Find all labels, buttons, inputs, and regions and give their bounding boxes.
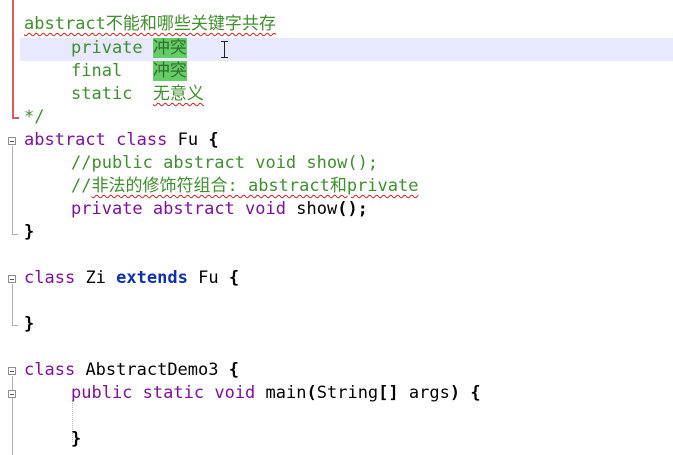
method-name: main: [265, 383, 307, 403]
code-line-3: final 冲突: [24, 60, 187, 83]
code-line-5: */: [24, 106, 44, 129]
comment-keyword: private: [71, 38, 143, 58]
change-marker-bar: [12, 0, 14, 118]
code-editor[interactable]: abstract不能和哪些关键字共存 private 冲突 final 冲突 s…: [0, 0, 673, 455]
selected-text: 冲突: [152, 38, 187, 58]
keyword-abstract: abstract: [152, 199, 235, 219]
keyword-void: void: [214, 383, 256, 403]
fold-end-marker: [12, 234, 18, 235]
fold-guide: [12, 284, 13, 325]
brace: {: [228, 268, 240, 288]
keyword-class: class: [24, 360, 76, 380]
class-name: Zi: [85, 268, 106, 288]
code-line-1: abstract不能和哪些关键字共存: [24, 13, 276, 36]
param-name: args: [408, 383, 450, 403]
comment-keyword: final: [71, 61, 123, 81]
code-line-9: private abstract void show();: [24, 198, 368, 221]
class-name: AbstractDemo3: [85, 360, 219, 380]
code-line-2: private 冲突: [24, 37, 187, 60]
punctuation: ): [449, 383, 461, 403]
brace: {: [208, 130, 219, 150]
brace: }: [71, 429, 82, 449]
fold-toggle-icon[interactable]: [8, 390, 16, 398]
code-line-15: }: [24, 428, 81, 451]
fold-toggle-icon[interactable]: [8, 137, 16, 145]
class-name: Fu: [177, 130, 199, 150]
fold-toggle-icon[interactable]: [8, 275, 16, 283]
keyword-void: void: [245, 199, 286, 219]
brace: {: [470, 383, 481, 403]
code-line-14: public static void main(String[] args) {: [24, 382, 481, 405]
keyword-abstract: abstract: [24, 130, 106, 150]
keyword-public: public: [71, 383, 133, 403]
fold-guide: [12, 146, 13, 234]
comment-note: 无意义: [152, 84, 204, 104]
keyword-class: class: [116, 130, 168, 150]
fold-end-marker: [12, 325, 18, 326]
punctuation: ();: [337, 199, 368, 219]
code-line-8: //非法的修饰符组合: abstract和private: [24, 175, 418, 198]
code-line-6: abstract class Fu {: [24, 129, 219, 152]
keyword-static: static: [142, 383, 205, 403]
code-line-12: }: [24, 313, 34, 336]
comment-text: abstract不能和哪些关键字共存: [24, 14, 276, 34]
punctuation: (: [306, 383, 317, 403]
code-line-10: }: [24, 221, 34, 244]
code-line-13: class AbstractDemo3 {: [24, 359, 239, 382]
highlighted-text: 冲突: [152, 61, 187, 81]
comment-keyword: static: [71, 84, 133, 104]
keyword-class: class: [24, 268, 76, 288]
brace: }: [24, 222, 35, 242]
comment-end: */: [24, 107, 45, 127]
class-name: Fu: [198, 268, 219, 288]
comment-text: //public abstract void show();: [71, 153, 379, 173]
type-name: String: [316, 383, 379, 403]
comment-prefix: //: [71, 176, 92, 196]
code-line-7: //public abstract void show();: [24, 152, 378, 175]
keyword-private: private: [71, 199, 143, 219]
fold-toggle-icon[interactable]: [8, 367, 16, 375]
comment-text: 非法的修饰符组合: abstract和private: [91, 176, 419, 196]
code-line-11: class Zi extends Fu {: [24, 267, 239, 290]
keyword-extends: extends: [116, 268, 188, 288]
change-marker-end: [12, 117, 19, 119]
fold-guide: [12, 376, 13, 455]
brace: {: [228, 360, 239, 380]
method-name: show: [296, 199, 338, 219]
text-cursor-icon: [221, 41, 228, 58]
code-line-4: static 无意义: [24, 83, 204, 106]
brace: }: [24, 314, 35, 334]
punctuation: []: [378, 383, 399, 403]
